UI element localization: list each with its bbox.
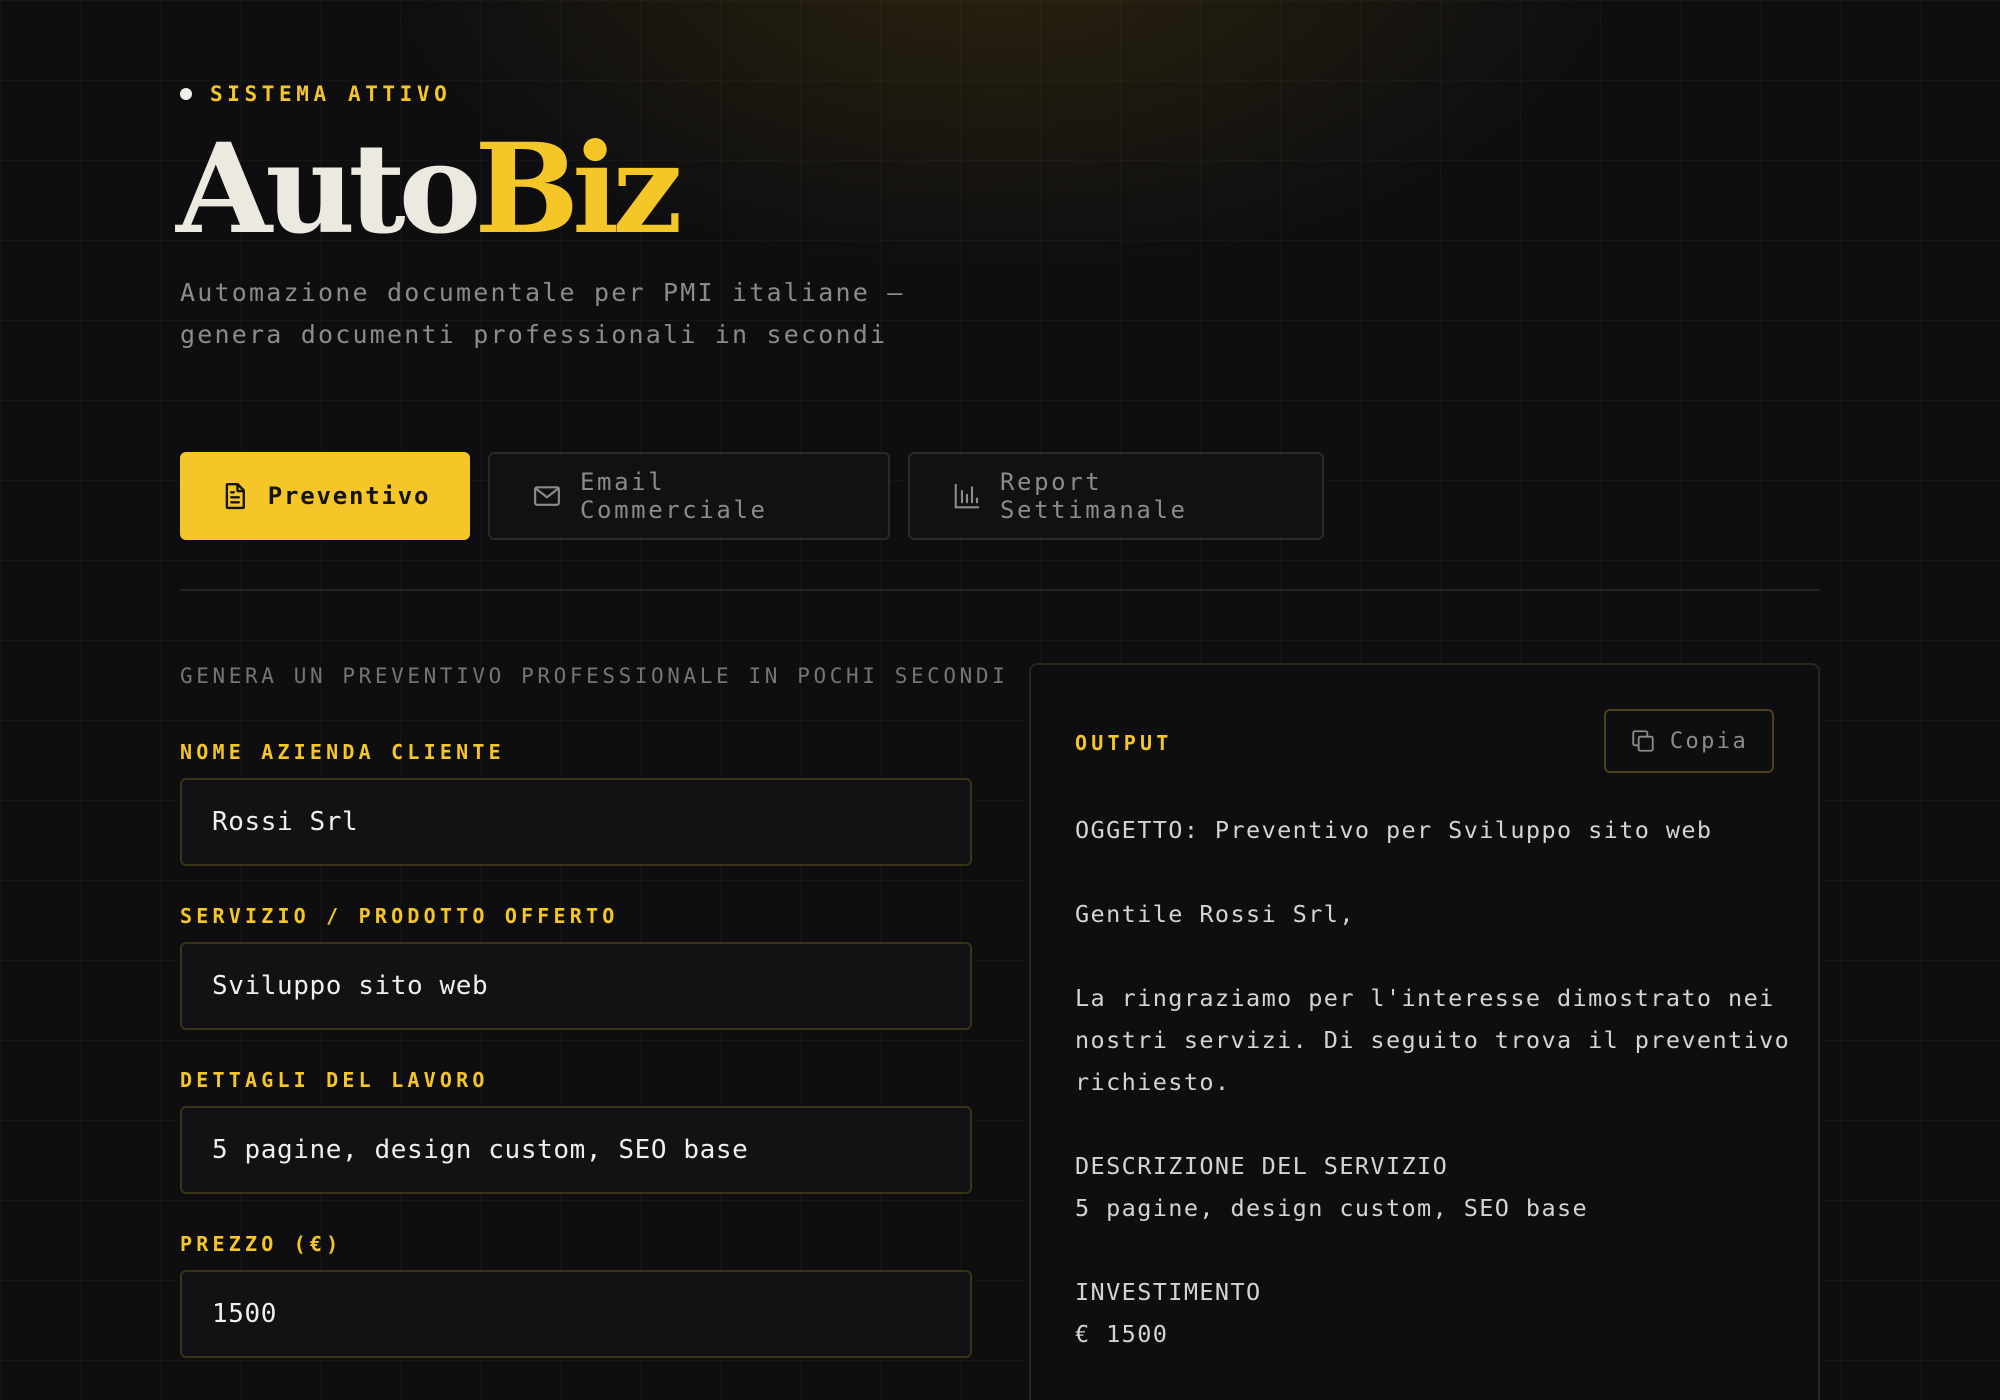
output-intro-line: richiesto. [1075,1068,1231,1096]
copy-icon [1632,730,1654,752]
tagline-line: Automazione documentale per PMI italiane… [180,278,905,307]
tab-label: Report Settimanale [1000,468,1188,524]
logo-part-biz: Biz [474,117,682,262]
client-name-input[interactable]: Rossi Srl [180,778,972,866]
copy-label: Copia [1669,728,1749,754]
tab-email-commerciale[interactable]: Email Commerciale [488,452,890,540]
status-dot-icon [180,88,192,100]
output-description-text: 5 pagine, design custom, SEO base [1075,1194,1589,1222]
client-name-label: NOME AZIENDA CLIENTE [180,740,505,764]
service-label: SERVIZIO / PRODOTTO OFFERTO [180,904,619,928]
logo-part-auto: Auto [176,117,481,262]
section-divider [180,589,1820,591]
output-intro-line: nostri servizi. Di seguito trova il prev… [1075,1026,1791,1054]
status-indicator: SISTEMA ATTIVO [180,82,451,106]
price-input[interactable]: 1500 [180,1270,972,1358]
work-details-input[interactable]: 5 pagine, design custom, SEO base [180,1106,972,1194]
bar-chart-icon [954,483,980,509]
status-text: SISTEMA ATTIVO [210,82,452,106]
service-input[interactable]: Sviluppo sito web [180,942,972,1030]
document-type-tabs: Preventivo Email Commerciale Report Sett… [180,452,1324,540]
tab-preventivo[interactable]: Preventivo [180,452,470,540]
mail-icon [534,486,560,506]
app-logo: AutoBiz [176,128,683,252]
output-label: OUTPUT [1075,731,1173,755]
form-subtitle: GENERA UN PREVENTIVO PROFESSIONALE IN PO… [180,664,1009,688]
output-text: OGGETTO: Preventivo per Sviluppo sito we… [1075,809,1795,1355]
output-investment-heading: INVESTIMENTO [1075,1278,1262,1306]
output-intro-line: La ringraziamo per l'interesse dimostrat… [1075,984,1775,1012]
work-details-label: DETTAGLI DEL LAVORO [180,1068,489,1092]
document-icon [225,482,245,510]
output-description-heading: DESCRIZIONE DEL SERVIZIO [1075,1152,1449,1180]
output-investment-value: € 1500 [1075,1320,1169,1348]
tab-label: Email Commerciale [580,468,768,524]
tab-report-settimanale[interactable]: Report Settimanale [908,452,1324,540]
tagline: Automazione documentale per PMI italiane… [180,272,940,356]
output-subject: OGGETTO: Preventivo per Sviluppo sito we… [1075,816,1713,844]
output-greeting: Gentile Rossi Srl, [1075,900,1355,928]
tagline-line: genera documenti professionali in second… [180,320,888,349]
output-panel: OUTPUT Copia OGGETTO: Preventivo per Svi… [1029,663,1820,1400]
tab-label: Preventivo [267,482,431,510]
price-label: PREZZO (€) [180,1232,343,1256]
copy-button[interactable]: Copia [1604,709,1774,773]
